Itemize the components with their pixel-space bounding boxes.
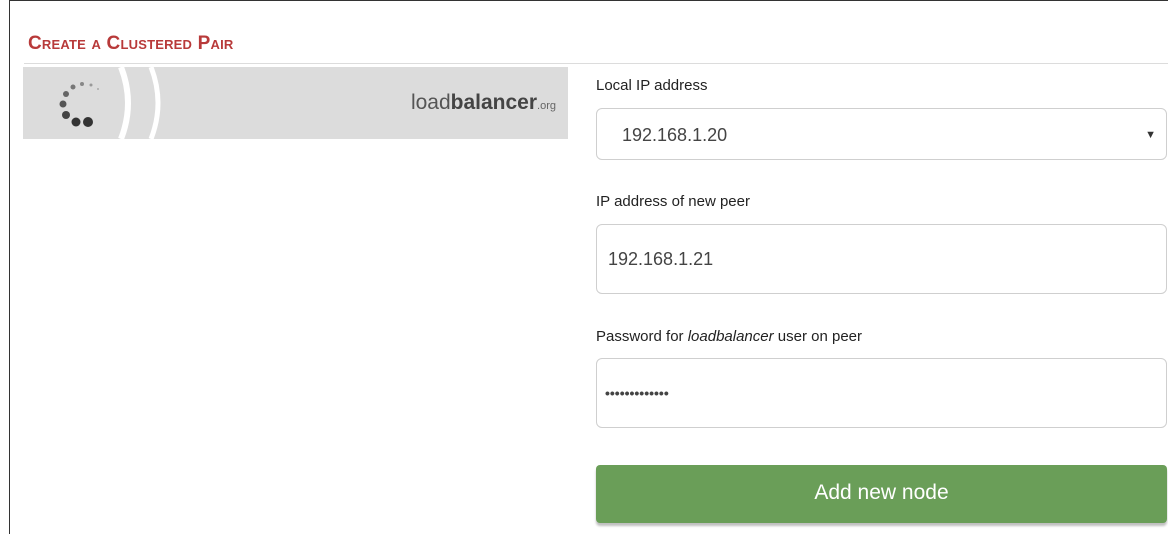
password-input[interactable]: ••••••••••••• [596,358,1167,428]
brand-logo: loadbalancer.org [410,91,556,114]
password-label: Password for loadbalancer user on peer [596,328,862,345]
panel-title: Create a Clustered Pair [28,33,234,54]
title-divider [24,63,1168,64]
local-ip-select[interactable]: 192.168.1.20 ▼ [596,108,1167,160]
peer-ip-value: 192.168.1.21 [608,249,714,269]
local-ip-value: 192.168.1.20 [622,125,728,145]
password-value: ••••••••••••• [605,385,669,401]
banner-arc-decoration [118,67,161,139]
brand-banner: loadbalancer.org [23,67,568,139]
dropdown-caret-icon: ▼ [1145,129,1156,141]
loading-dots-icon [59,82,99,127]
add-new-node-button[interactable]: Add new node [596,465,1167,523]
local-ip-label: Local IP address [596,77,708,94]
peer-ip-input[interactable]: 192.168.1.21 [596,224,1167,294]
peer-ip-label: IP address of new peer [596,193,750,210]
